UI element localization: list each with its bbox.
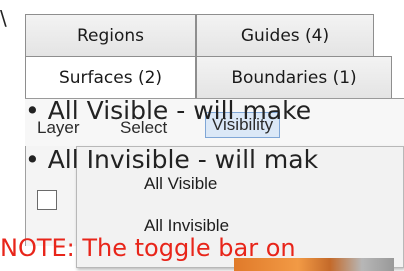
bullet-all-invisible: • All Invisible - will mak [25, 145, 319, 174]
bullet-all-visible: • All Visible - will make [25, 96, 312, 125]
tab-surfaces[interactable]: Surfaces (2) [25, 56, 196, 98]
menu-item-all-visible[interactable]: All Visible [144, 174, 217, 194]
tab-regions[interactable]: Regions [25, 14, 196, 56]
tab-guides[interactable]: Guides (4) [196, 14, 374, 56]
tab-boundaries[interactable]: Boundaries (1) [196, 56, 392, 98]
corner-glyph: \ [0, 6, 7, 30]
surface-visibility-checkbox[interactable] [37, 190, 57, 210]
bullet-all-invisible-text: All Invisible - will mak [47, 145, 319, 174]
note-text: NOTE: The toggle bar on [0, 234, 296, 262]
menu-item-all-invisible[interactable]: All Invisible [144, 216, 229, 236]
bullet-all-visible-text: All Visible - will make [47, 96, 312, 125]
